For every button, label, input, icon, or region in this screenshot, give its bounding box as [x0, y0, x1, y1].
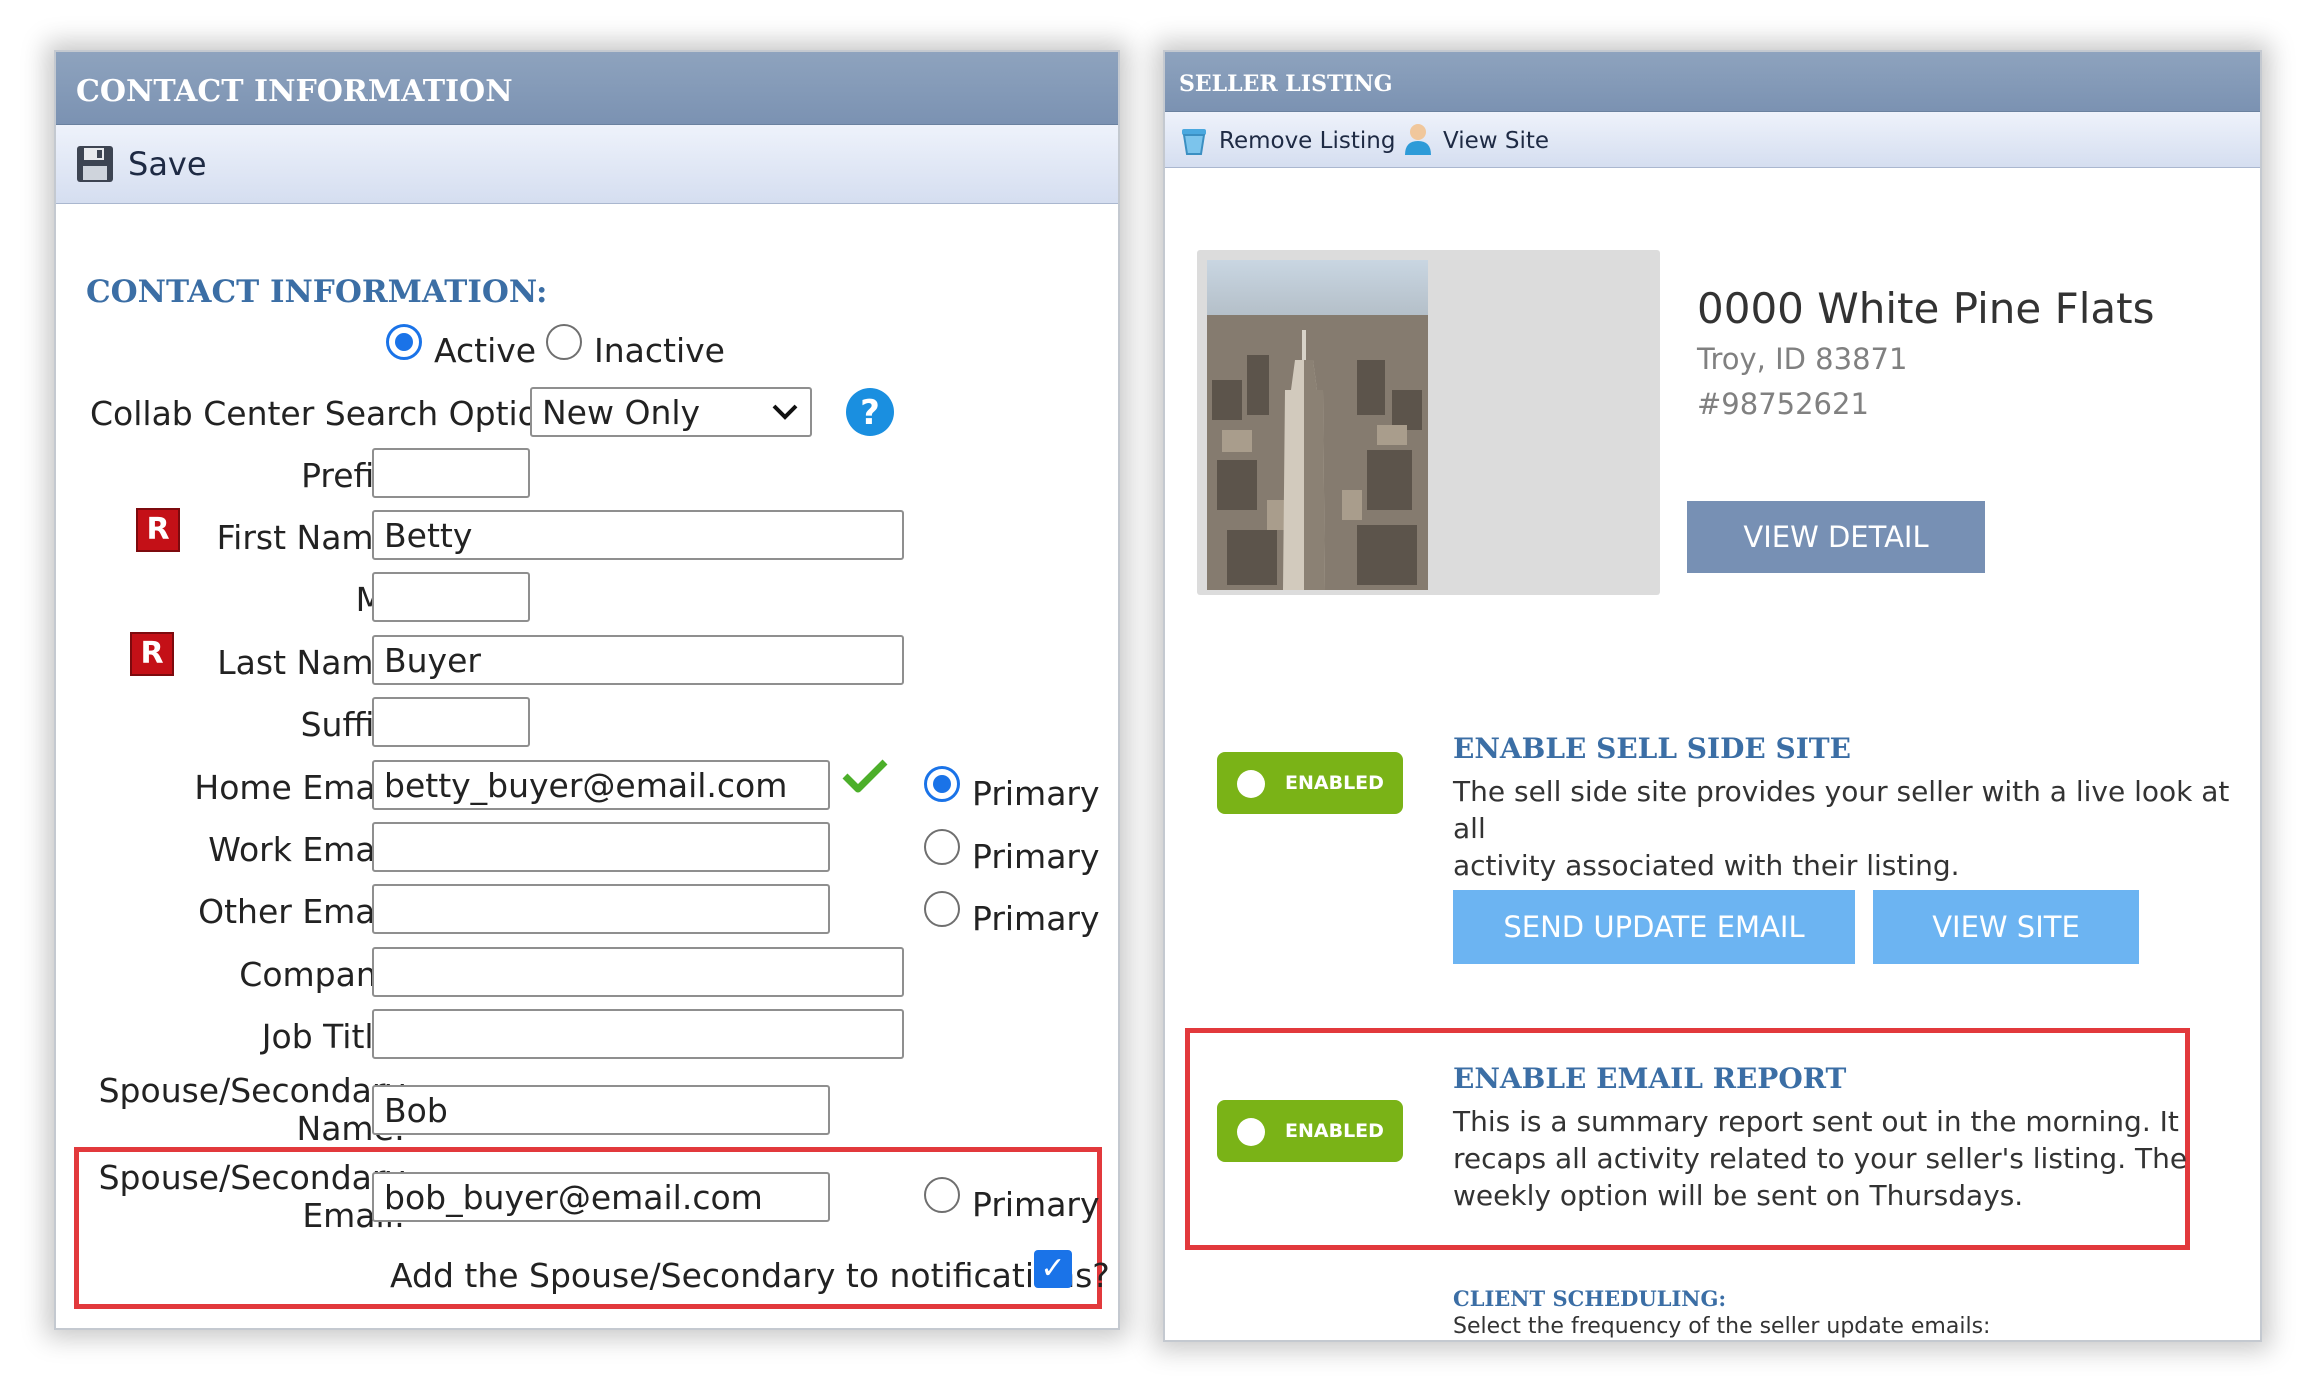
- spouse-email-input[interactable]: bob_buyer@email.com: [372, 1172, 830, 1222]
- user-icon: [1405, 124, 1431, 155]
- sell-side-description: The sell side site provides your seller …: [1453, 775, 2230, 882]
- primary-label: Primary: [972, 1185, 1100, 1224]
- primary-label: Primary: [972, 774, 1100, 813]
- view-detail-button[interactable]: VIEW DETAIL: [1687, 501, 1985, 573]
- active-label: Active: [434, 331, 537, 370]
- toolbar: Remove Listing View Site: [1165, 112, 2260, 168]
- company-input[interactable]: [372, 947, 904, 997]
- spouse-name-input[interactable]: Bob: [372, 1085, 830, 1135]
- sell-side-toggle[interactable]: ENABLED: [1217, 752, 1403, 814]
- remove-listing-label: Remove Listing: [1219, 128, 1396, 154]
- svg-text:?: ?: [860, 393, 880, 433]
- toolbar: Save: [56, 125, 1118, 204]
- first-name-input[interactable]: Betty: [372, 510, 904, 560]
- save-button[interactable]: Save: [76, 143, 216, 187]
- view-site-toolbar-label: View Site: [1443, 128, 1550, 154]
- primary-label: Primary: [972, 899, 1100, 938]
- toggle-label: ENABLED: [1285, 1120, 1384, 1142]
- panel-titlebar: SELLER LISTING: [1165, 52, 2260, 112]
- listing-address: 0000 White Pine Flats: [1697, 284, 2155, 333]
- listing-mls-number: #98752621: [1697, 387, 1869, 421]
- contact-information-panel: CONTACT INFORMATION Save CONTACT INFORMA…: [54, 50, 1120, 1330]
- listing-photo: [1207, 260, 1428, 590]
- view-site-button[interactable]: VIEW SITE: [1873, 890, 2139, 964]
- email-report-description: This is a summary report sent out in the…: [1453, 1105, 2188, 1212]
- work-email-primary-radio[interactable]: [924, 829, 960, 865]
- collab-search-select[interactable]: New Only: [530, 387, 812, 437]
- suffix-input[interactable]: [372, 697, 530, 747]
- home-email-input[interactable]: betty_buyer@email.com: [372, 760, 830, 810]
- work-email-input[interactable]: [372, 822, 830, 872]
- primary-label: Primary: [972, 837, 1100, 876]
- spouse-name-label: Spouse/Secondary Name:: [98, 1071, 405, 1148]
- required-marker: R: [136, 508, 180, 552]
- section-heading: CONTACT INFORMATION:: [86, 274, 548, 310]
- send-update-email-button[interactable]: SEND UPDATE EMAIL: [1453, 890, 1855, 964]
- mi-input[interactable]: [372, 572, 530, 622]
- listing-city: Troy, ID 83871: [1697, 342, 1908, 376]
- other-email-input[interactable]: [372, 884, 830, 934]
- home-email-primary-radio[interactable]: [924, 766, 960, 802]
- collab-search-value: New Only: [542, 393, 701, 432]
- active-radio[interactable]: [386, 324, 422, 360]
- sell-side-heading: ENABLE SELL SIDE SITE: [1453, 732, 1851, 765]
- spouse-email-label: Spouse/Secondary Email:: [98, 1158, 405, 1235]
- help-icon[interactable]: ?: [844, 386, 896, 438]
- chevron-down-icon: [772, 404, 798, 420]
- required-marker: R: [130, 632, 174, 676]
- job-title-input[interactable]: [372, 1009, 904, 1059]
- email-report-heading: ENABLE EMAIL REPORT: [1453, 1062, 1847, 1095]
- seller-listing-panel: SELLER LISTING Remove Listing View Site: [1163, 50, 2262, 1342]
- email-report-toggle[interactable]: ENABLED: [1217, 1100, 1403, 1162]
- client-scheduling-heading: CLIENT SCHEDULING:: [1453, 1286, 1727, 1311]
- inactive-label: Inactive: [594, 331, 725, 370]
- last-name-input[interactable]: Buyer: [372, 635, 904, 685]
- remove-listing-button[interactable]: Remove Listing: [1179, 120, 1399, 160]
- spouse-email-primary-radio[interactable]: [924, 1177, 960, 1213]
- floppy-disk-icon: [77, 146, 113, 182]
- panel-title: SELLER LISTING: [1179, 71, 1393, 97]
- other-email-primary-radio[interactable]: [924, 891, 960, 927]
- notify-spouse-label: Add the Spouse/Secondary to notification…: [390, 1256, 1110, 1295]
- prefix-input[interactable]: [372, 448, 530, 498]
- checkmark-valid-icon: [842, 759, 888, 793]
- toggle-knob: [1237, 770, 1265, 798]
- client-scheduling-description: Select the frequency of the seller updat…: [1453, 1314, 1991, 1339]
- trash-icon: [1182, 129, 1206, 155]
- notify-spouse-checkbox[interactable]: ✓: [1034, 1250, 1072, 1288]
- panel-titlebar: CONTACT INFORMATION: [56, 52, 1118, 125]
- collab-search-label: Collab Center Search Options:: [90, 394, 588, 433]
- save-label: Save: [128, 145, 207, 183]
- toggle-label: ENABLED: [1285, 772, 1384, 794]
- panel-title: CONTACT INFORMATION: [76, 74, 513, 109]
- toggle-knob: [1237, 1118, 1265, 1146]
- inactive-radio[interactable]: [546, 324, 582, 360]
- view-site-toolbar-button[interactable]: View Site: [1403, 120, 1553, 160]
